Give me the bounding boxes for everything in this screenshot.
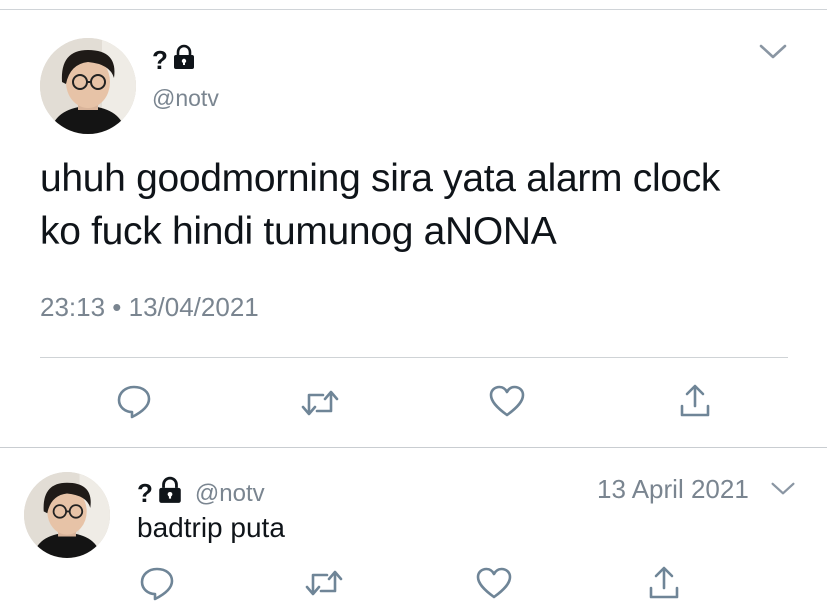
lock-icon — [172, 44, 196, 77]
lock-icon — [157, 476, 183, 511]
avatar[interactable] — [24, 472, 110, 558]
display-name[interactable]: ? — [152, 44, 196, 77]
tweet-timestamp[interactable]: 23:13 • 13/04/2021 — [40, 292, 259, 323]
like-icon[interactable] — [474, 563, 514, 603]
user-handle: @notv — [194, 479, 265, 507]
retweet-icon[interactable] — [304, 563, 344, 603]
like-icon[interactable] — [487, 381, 527, 421]
share-icon[interactable] — [644, 563, 684, 603]
tweet-date[interactable]: 13 April 2021 — [597, 474, 749, 505]
tweet-text: badtrip puta — [137, 512, 285, 543]
retweet-icon[interactable] — [300, 383, 340, 423]
share-icon[interactable] — [675, 381, 715, 421]
chevron-down-icon[interactable] — [770, 480, 796, 503]
reply-header[interactable]: ? @notv — [137, 476, 265, 511]
tweet-text: uhuh goodmorning sira yata alarm clock k… — [40, 157, 721, 253]
divider — [40, 357, 788, 358]
display-name: ? — [137, 478, 153, 508]
tweet-separator — [0, 447, 827, 448]
avatar[interactable] — [40, 38, 136, 134]
reply-icon[interactable] — [137, 563, 177, 603]
top-divider — [0, 9, 827, 10]
user-handle[interactable]: @notv — [152, 85, 219, 112]
reply-icon[interactable] — [114, 381, 154, 421]
chevron-down-icon[interactable] — [758, 42, 788, 67]
